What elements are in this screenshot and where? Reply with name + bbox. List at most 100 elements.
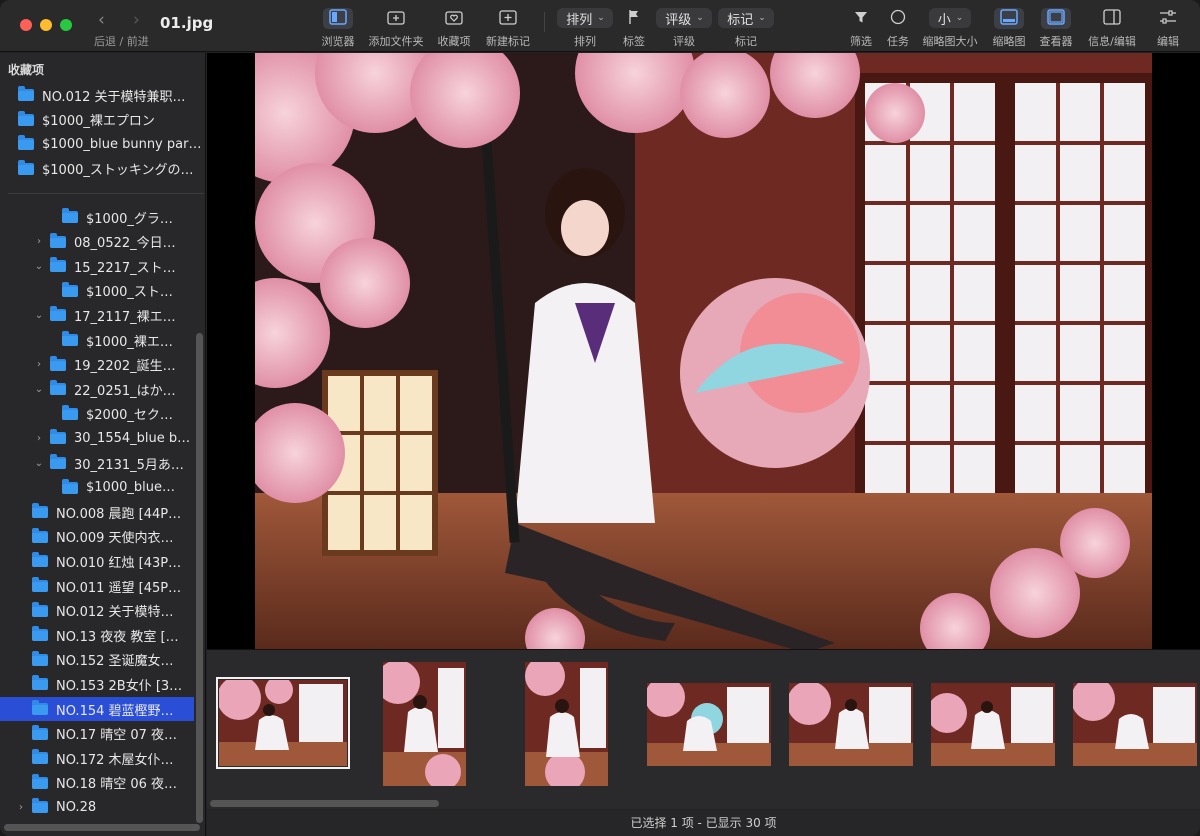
folder-icon — [32, 650, 48, 666]
minimize-window-button[interactable] — [40, 19, 52, 31]
new-tag-button[interactable]: 新建标记 — [484, 8, 532, 49]
tasks-label: 任务 — [887, 35, 909, 48]
thumbnail-2[interactable] — [383, 662, 466, 786]
sidebar-tree-item[interactable]: $1000_スト… — [0, 279, 194, 303]
viewer-button[interactable]: 查看器 — [1036, 7, 1076, 49]
favorites-header: 收藏项 — [8, 63, 45, 77]
info-edit-button[interactable]: 信息/编辑 — [1086, 8, 1138, 49]
disclosure-chevron-icon[interactable]: › — [32, 236, 46, 247]
forward-icon[interactable]: › — [133, 10, 140, 30]
sidebar-tree-item[interactable]: NO.011 遥望 [45P… — [0, 574, 194, 598]
sidebar-tree-item[interactable]: NO.153 2B女仆 [3… — [0, 672, 194, 696]
sidebar-tree-item[interactable]: NO.012 关于模特… — [0, 599, 194, 623]
chevron-down-icon: ⌄ — [597, 13, 605, 23]
tree-item-label: NO.152 圣诞魔女… — [56, 654, 174, 670]
browser-button[interactable]: 浏览器 — [320, 7, 356, 49]
mark-dropdown[interactable]: 标记 ⌄ — [718, 8, 774, 28]
status-bar: 已选择 1 项 - 已显示 30 项 — [207, 810, 1200, 836]
back-icon[interactable]: ‹ — [98, 10, 105, 30]
sidebar-tree-item[interactable]: ⌄ 15_2217_スト… — [0, 254, 194, 278]
tag-button[interactable]: 标签 — [620, 8, 648, 49]
sidebar-tree-item[interactable]: NO.154 碧蓝樫野… — [0, 697, 194, 721]
disclosure-chevron-icon[interactable]: ⌄ — [32, 384, 46, 395]
mark-control[interactable]: 标记 ⌄ 标记 — [718, 8, 774, 49]
edit-button[interactable]: 编辑 — [1152, 8, 1184, 49]
sidebar-tree-item[interactable]: NO.172 木屋女仆… — [0, 746, 194, 770]
sidebar-tree-item[interactable]: ⌄ 30_2131_5月あ… — [0, 451, 194, 475]
rating-dropdown[interactable]: 评级 ⌄ — [656, 8, 712, 28]
sidebar-tree-item[interactable]: $1000_グラ… — [0, 205, 194, 229]
mark-label: 标记 — [735, 35, 757, 48]
folder-icon — [32, 773, 48, 789]
toolbar: ‹ › 后退 / 前进 01.jpg 浏览器 添加文件夹 收藏项 新建标记 排列… — [0, 0, 1200, 52]
sidebar-tree-item[interactable]: ⌄ 22_0251_はか… — [0, 377, 194, 401]
favorite-item-label: $1000_ストッキングの… — [42, 163, 194, 178]
sidebar-tree-item[interactable]: › 08_0522_今日… — [0, 230, 194, 254]
sort-control[interactable]: 排列 ⌄ 排列 — [557, 8, 613, 49]
chevron-down-icon: ⌄ — [696, 13, 704, 23]
sidebar-tree-item[interactable]: ⌄ 17_2117_裸エ… — [0, 303, 194, 327]
image-viewer[interactable] — [207, 53, 1200, 649]
sidebar-tree-item[interactable]: › 19_2202_誕生… — [0, 353, 194, 377]
info-edit-label: 信息/编辑 — [1088, 35, 1136, 48]
window-title: 01.jpg — [160, 14, 214, 32]
thumbnail-7[interactable] — [1073, 683, 1197, 766]
sidebar-tree-item[interactable]: NO.009 天使内衣… — [0, 525, 194, 549]
filter-button[interactable]: 筛选 — [847, 8, 875, 49]
disclosure-chevron-icon[interactable]: › — [14, 802, 28, 813]
sidebar-tree-item[interactable]: NO.152 圣诞魔女… — [0, 648, 194, 672]
zoom-window-button[interactable] — [60, 19, 72, 31]
thumb-size-control[interactable]: 小 ⌄ 缩略图大小 — [921, 8, 979, 49]
tree-item-label: 22_0251_はか… — [74, 383, 176, 399]
thumbnails-button[interactable]: 缩略图 — [990, 7, 1028, 49]
sidebar-scrollbar[interactable] — [196, 333, 203, 823]
thumbnail-5[interactable] — [789, 683, 913, 766]
favorite-item[interactable]: NO.012 关于模特兼职… — [0, 83, 205, 107]
thumbnail-1[interactable] — [216, 677, 350, 769]
sidebar-tree-item[interactable]: NO.17 晴空 07 夜… — [0, 722, 194, 746]
favorite-item[interactable]: $1000_裸エプロン — [0, 108, 205, 132]
sidebar-tree-item[interactable]: NO.18 晴空 06 夜… — [0, 771, 194, 795]
folder-icon — [32, 503, 48, 519]
sidebar-tree-item[interactable]: NO.010 红烛 [43P… — [0, 549, 194, 573]
thumbnail-4[interactable] — [647, 683, 771, 766]
sidebar-tree-item[interactable]: › 30_1554_blue b… — [0, 426, 194, 450]
add-folder-button[interactable]: 添加文件夹 — [368, 8, 424, 49]
thumbnail-3[interactable] — [525, 662, 608, 786]
folder-icon — [18, 86, 34, 101]
app-window: ‹ › 后退 / 前进 01.jpg 浏览器 添加文件夹 收藏项 新建标记 排列… — [0, 0, 1200, 836]
thumbnails-icon — [994, 7, 1024, 29]
folder-icon — [50, 306, 66, 322]
disclosure-chevron-icon[interactable]: ⌄ — [32, 458, 46, 469]
sort-dropdown[interactable]: 排列 ⌄ — [557, 8, 613, 28]
sidebar-tree-item[interactable]: › NO.28 — [0, 795, 194, 819]
sidebar-tree-item[interactable]: NO.008 晨跑 [44P… — [0, 500, 194, 524]
folder-icon — [32, 626, 48, 642]
favorite-item[interactable]: $1000_ストッキングの… — [0, 157, 205, 181]
sidebar-tree-item[interactable]: $1000_blue… — [0, 476, 194, 500]
rating-control[interactable]: 评级 ⌄ 评级 — [656, 8, 712, 49]
sidebar-tree-item[interactable]: NO.13 夜夜 教室 [… — [0, 623, 194, 647]
thumbnail-6[interactable] — [931, 683, 1055, 766]
folder-icon — [18, 110, 34, 126]
close-window-button[interactable] — [20, 19, 32, 31]
filmstrip-scrollbar[interactable] — [210, 800, 439, 807]
disclosure-chevron-icon[interactable]: ⌄ — [32, 261, 46, 272]
favorites-button[interactable]: 收藏项 — [436, 8, 472, 49]
sidebar-tree-item[interactable]: $2000_セク… — [0, 402, 194, 426]
tasks-button[interactable]: 任务 — [884, 8, 912, 49]
favorite-item[interactable]: $1000_blue bunny part… — [0, 132, 205, 156]
disclosure-chevron-icon[interactable]: ⌄ — [32, 310, 46, 321]
sidebar-horizontal-scrollbar[interactable] — [4, 824, 200, 831]
sidebar-tree-item[interactable]: $1000_裸エ… — [0, 328, 194, 352]
tree-item-label: 30_2131_5月あ… — [74, 457, 184, 473]
thumb-size-dropdown[interactable]: 小 ⌄ — [928, 8, 972, 28]
disclosure-chevron-icon[interactable]: › — [32, 433, 46, 444]
favorites-label: 收藏项 — [437, 35, 471, 48]
folder-icon — [18, 135, 34, 150]
tree-item-label: NO.011 遥望 [45P… — [56, 580, 182, 596]
sidebar-right-icon — [1103, 8, 1121, 28]
thumbnail-strip — [207, 649, 1200, 809]
folder-icon — [62, 281, 78, 297]
disclosure-chevron-icon[interactable]: › — [32, 359, 46, 370]
